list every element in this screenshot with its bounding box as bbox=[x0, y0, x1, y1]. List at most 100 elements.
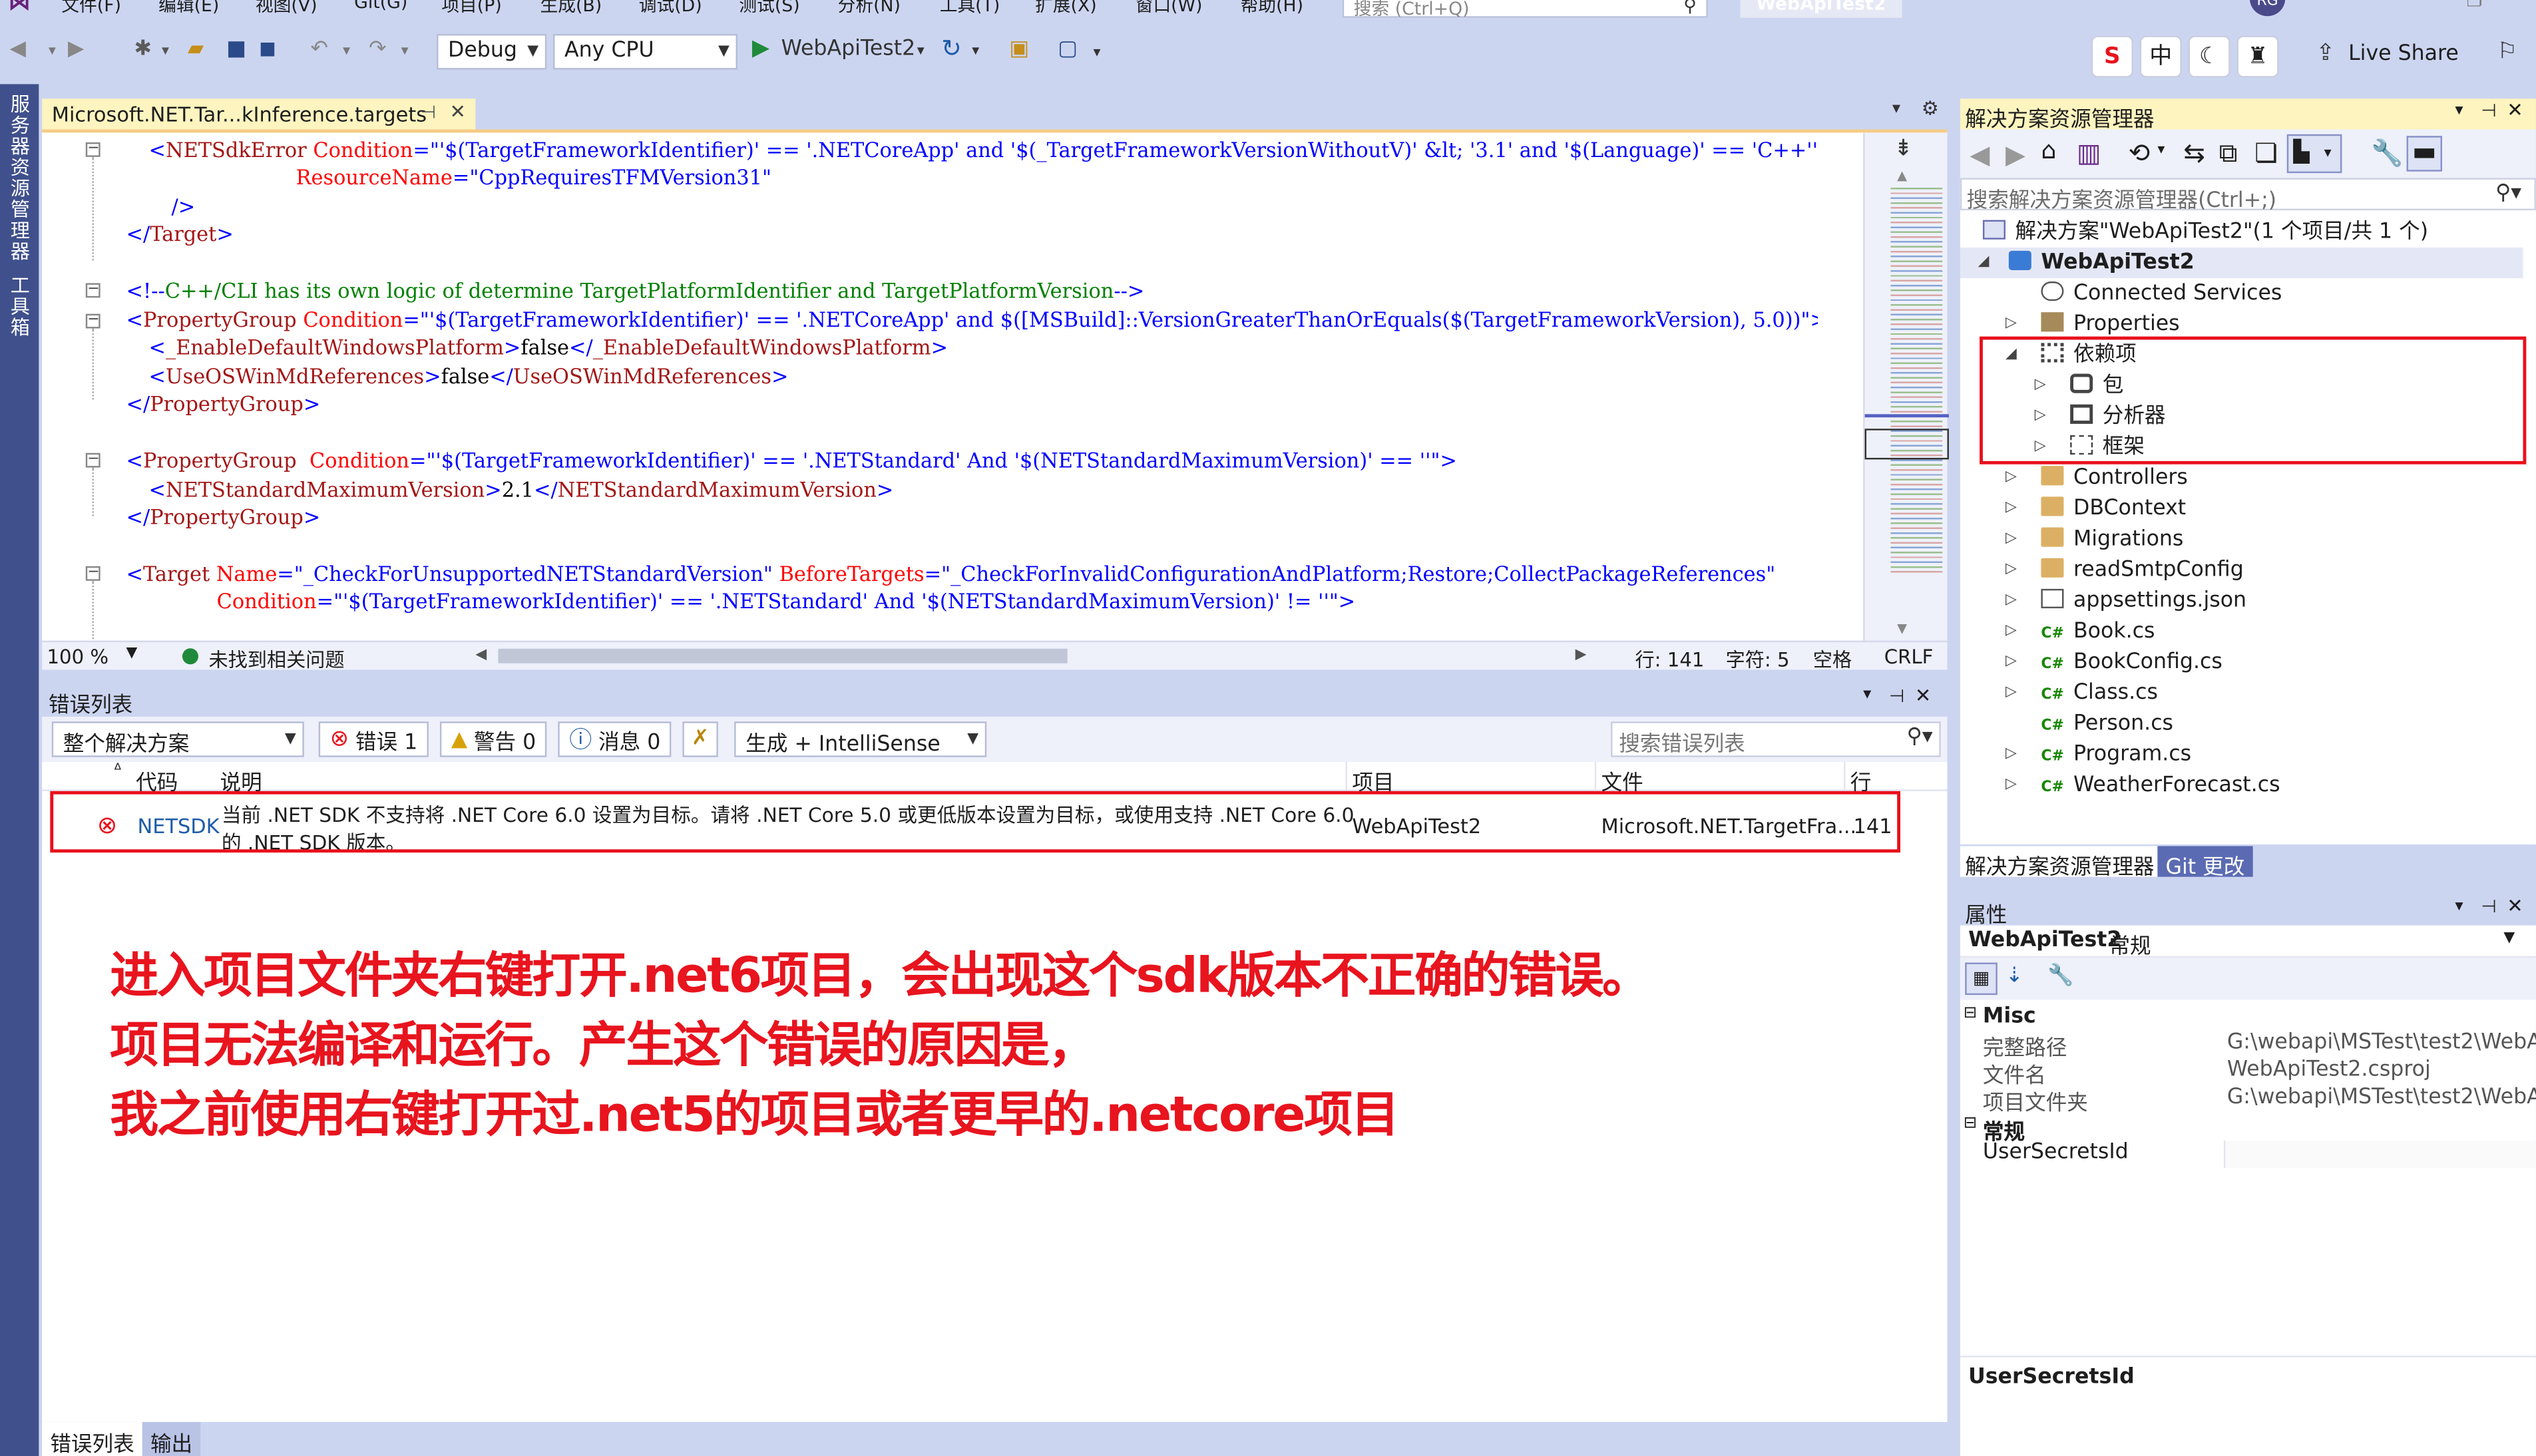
tab-output[interactable]: 输出 bbox=[142, 1421, 201, 1456]
error-scope-select[interactable]: 整个解决方案 ▼ bbox=[51, 721, 304, 757]
menu-debug[interactable]: 调试(D) bbox=[639, 0, 702, 18]
live-share-button[interactable]: Live Share bbox=[2348, 42, 2459, 66]
undo-icon[interactable]: ↶ bbox=[311, 37, 329, 61]
split-icon[interactable]: ⇟ bbox=[1894, 136, 1913, 162]
restore-window-icon[interactable]: ❐ bbox=[2466, 0, 2482, 11]
tree-project[interactable]: ◢ WebApiTest2 bbox=[1960, 247, 2523, 279]
zoom-level[interactable]: 100 % bbox=[47, 645, 108, 668]
menu-window[interactable]: 窗口(W) bbox=[1136, 0, 1203, 18]
tree-person-cs[interactable]: C# Person.cs bbox=[2041, 709, 2173, 739]
collapse-all-icon[interactable]: ⧉ bbox=[2219, 138, 2238, 170]
tree-book-cs[interactable]: ▷ C# Book.cs bbox=[2006, 616, 2155, 647]
close-icon[interactable]: ✕ bbox=[2507, 98, 2523, 121]
close-icon[interactable]: ✕ bbox=[2507, 894, 2523, 917]
pin-icon[interactable]: ⊣ bbox=[2481, 100, 2496, 122]
run-icon[interactable]: ▶ bbox=[752, 35, 769, 61]
new-project-icon[interactable]: ✱ bbox=[134, 37, 152, 61]
show-all-files-icon[interactable]: ❏ bbox=[2254, 138, 2278, 168]
sync-icon[interactable]: ⇆ bbox=[2183, 138, 2205, 168]
back-dropdown-icon[interactable]: ▾ bbox=[49, 44, 56, 60]
new-project-dropdown-icon[interactable]: ▾ bbox=[162, 44, 169, 60]
menu-extensions[interactable]: 扩展(X) bbox=[1035, 0, 1097, 18]
menu-file[interactable]: 文件(F) bbox=[61, 0, 121, 18]
refresh-dropdown-icon[interactable]: ▾ bbox=[972, 44, 979, 60]
ime-lang-button[interactable]: 中 bbox=[2139, 35, 2182, 78]
ime-moon-icon[interactable]: ☾ bbox=[2188, 35, 2230, 78]
menu-test[interactable]: 测试(S) bbox=[739, 0, 799, 18]
pin-icon[interactable]: ⊣ bbox=[1889, 686, 1904, 707]
global-search-input[interactable]: 搜索 (Ctrl+Q) ⚲ bbox=[1342, 0, 1708, 19]
history-icon[interactable]: ⟲ bbox=[2129, 138, 2151, 168]
ime-logo-icon[interactable]: S bbox=[2091, 35, 2133, 78]
code-editor[interactable]: − − − − − <NETSdkError Condition="'$(Tar… bbox=[42, 129, 1949, 646]
alphabetical-icon[interactable]: ⇣ bbox=[2006, 964, 2023, 988]
properties-object-select[interactable]: WebApiTest2 常规 ▼ bbox=[1960, 926, 2536, 960]
property-value-input[interactable] bbox=[2223, 1140, 2536, 1169]
close-icon[interactable]: ✕ bbox=[1915, 684, 1931, 707]
error-source-select[interactable]: 生成 + IntelliSense ▼ bbox=[734, 721, 987, 757]
zoom-dropdown-icon[interactable]: ▼ bbox=[126, 645, 138, 661]
menu-help[interactable]: 帮助(H) bbox=[1241, 0, 1303, 18]
tree-controllers[interactable]: ▷ Controllers bbox=[2006, 462, 2188, 493]
tab-list-dropdown-icon[interactable]: ▾ bbox=[1892, 100, 1900, 118]
menu-view[interactable]: 视图(V) bbox=[256, 0, 317, 18]
save-icon[interactable]: ■ bbox=[226, 37, 246, 61]
tree-readsmtpconfig[interactable]: ▷ readSmtpConfig bbox=[2006, 555, 2244, 586]
screen-icon[interactable]: ▢ bbox=[1058, 37, 1078, 61]
tree-program-cs[interactable]: ▷ C# Program.cs bbox=[2006, 739, 2191, 770]
tree-weatherforecast-cs[interactable]: ▷ C# WeatherForecast.cs bbox=[2006, 770, 2280, 801]
tree-bookconfig-cs[interactable]: ▷ C# BookConfig.cs bbox=[2006, 647, 2222, 677]
property-row[interactable]: 文件名 WebApiTest2.csproj bbox=[1960, 1058, 2536, 1089]
menu-project[interactable]: 项目(P) bbox=[441, 0, 501, 18]
tree-solution[interactable]: 解决方案"WebApiTest2"(1 个项目/共 1 个) bbox=[1982, 217, 2428, 248]
server-explorer-tab[interactable]: 服务器资源管理器 bbox=[7, 94, 34, 262]
refresh-icon[interactable]: ↻ bbox=[941, 34, 962, 63]
toolbar-overflow-icon[interactable]: ▾ bbox=[1094, 45, 1101, 61]
filter-toggle-icon[interactable]: ✗ bbox=[682, 721, 718, 757]
preview-toggle[interactable]: ▙ ▾ bbox=[2286, 134, 2342, 174]
scroll-down-icon[interactable]: ▼ bbox=[1897, 622, 1907, 636]
status-whitespace[interactable]: 空格 bbox=[1813, 645, 1852, 673]
redo-dropdown-icon[interactable]: ▾ bbox=[401, 44, 409, 60]
ime-shirt-icon[interactable]: ♜ bbox=[2236, 35, 2279, 78]
pin-icon[interactable]: ⊣ bbox=[421, 102, 436, 123]
tree-properties[interactable]: ▷ Properties bbox=[2006, 309, 2180, 339]
platform-select[interactable]: Any CPU ▼ bbox=[552, 34, 738, 70]
messages-filter-button[interactable]: ⓘ 消息 0 bbox=[558, 721, 672, 757]
categorized-icon[interactable]: ▦ bbox=[1965, 962, 1998, 996]
switch-view-icon[interactable]: ▥ bbox=[2077, 138, 2101, 168]
property-row[interactable]: UserSecretsId bbox=[1960, 1140, 2536, 1169]
settings-gear-icon[interactable]: ⚙ bbox=[1922, 97, 1939, 120]
status-line-ending[interactable]: CRLF bbox=[1884, 645, 1934, 668]
editor-tab-targets[interactable]: Microsoft.NET.Tar...kInference.targets ⊣… bbox=[42, 98, 476, 130]
panel-dropdown-icon[interactable]: ▾ bbox=[1863, 686, 1871, 704]
tab-error-list[interactable]: 错误列表 bbox=[42, 1421, 142, 1456]
panel-dropdown-icon[interactable]: ▾ bbox=[2455, 898, 2463, 916]
menu-tools[interactable]: 工具(T) bbox=[940, 0, 1000, 18]
tree-class-cs[interactable]: ▷ C# Class.cs bbox=[2006, 678, 2158, 709]
menu-edit[interactable]: 编辑(E) bbox=[158, 0, 219, 18]
properties-wrench-icon[interactable]: 🔧 bbox=[2371, 138, 2403, 168]
save-all-icon[interactable]: ◼ bbox=[259, 37, 276, 61]
tree-migrations[interactable]: ▷ Migrations bbox=[2006, 524, 2183, 555]
forward-icon[interactable]: ▶ bbox=[68, 37, 84, 61]
run-dropdown-icon[interactable]: ▾ bbox=[917, 44, 925, 60]
errors-filter-button[interactable]: ⊗ 错误 1 bbox=[318, 721, 429, 757]
warnings-filter-button[interactable]: ▲ 警告 0 bbox=[439, 721, 548, 757]
error-search-input[interactable]: 搜索错误列表 ⚲▾ bbox=[1611, 721, 1941, 757]
property-pages-icon[interactable]: 🔧 bbox=[2047, 964, 2073, 988]
scroll-up-icon[interactable]: ▲ bbox=[1897, 168, 1907, 183]
open-folder-icon[interactable]: ▰ bbox=[188, 37, 204, 61]
property-row[interactable]: 完整路径 G:\webapi\MSTest\test2\WebAp bbox=[1960, 1031, 2536, 1061]
find-files-icon[interactable]: ▣ bbox=[1009, 37, 1029, 61]
category-general[interactable]: ⊟ 常规 bbox=[1960, 1113, 2536, 1145]
hscroll-right-icon[interactable]: ▶ bbox=[1576, 647, 1587, 663]
category-misc[interactable]: ⊟ Misc bbox=[1960, 1003, 2536, 1032]
issues-status[interactable]: 未找到相关问题 bbox=[208, 645, 344, 673]
pin-icon[interactable]: ⊣ bbox=[2481, 896, 2496, 918]
undo-dropdown-icon[interactable]: ▾ bbox=[343, 44, 350, 60]
menu-analyze[interactable]: 分析(N) bbox=[838, 0, 901, 18]
tree-connected-services[interactable]: Connected Services bbox=[2041, 278, 2282, 309]
back-icon[interactable]: ◀ bbox=[10, 37, 26, 61]
hscroll-thumb[interactable] bbox=[498, 648, 1068, 663]
